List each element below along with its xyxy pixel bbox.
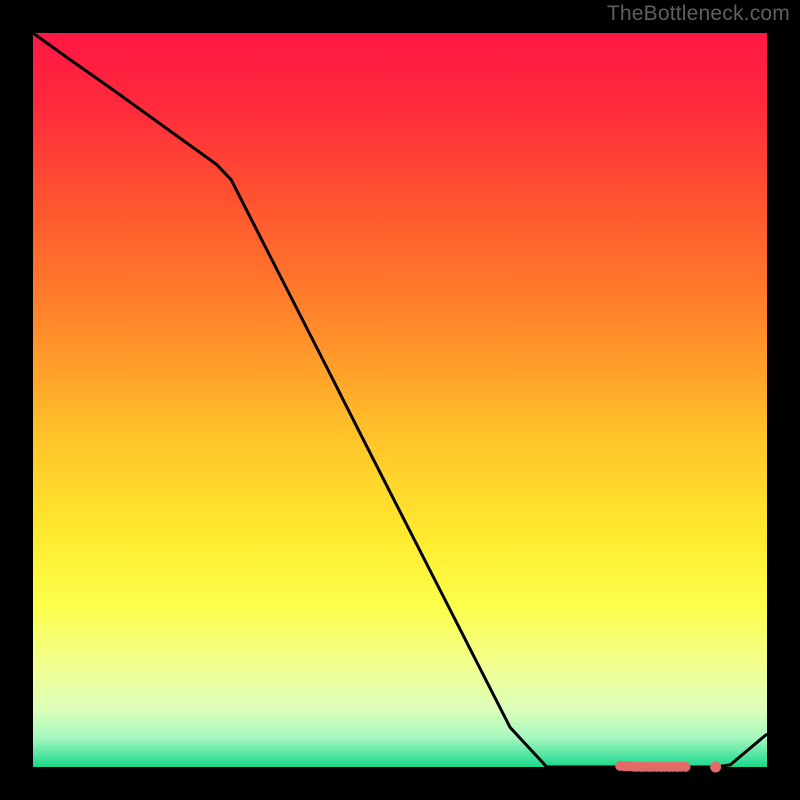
plot-background — [33, 33, 767, 767]
bottleneck-line-chart — [0, 0, 800, 800]
highlight-dot — [710, 762, 721, 773]
chart-stage: TheBottleneck.com — [0, 0, 800, 800]
highlight-dot — [681, 762, 691, 772]
